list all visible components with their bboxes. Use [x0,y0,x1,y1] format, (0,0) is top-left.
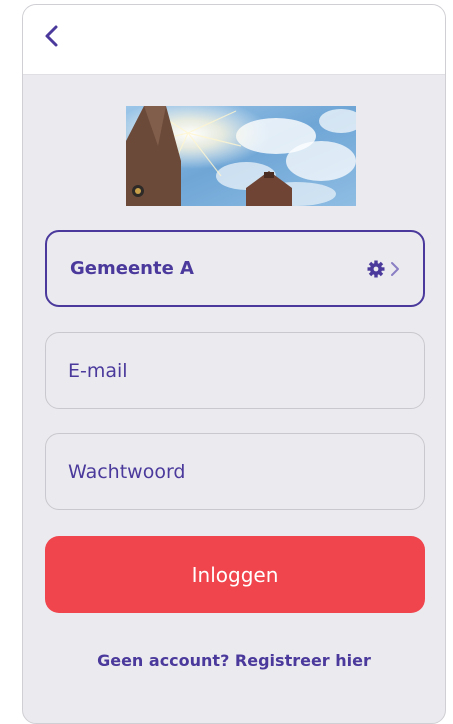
login-button[interactable]: Inloggen [45,536,425,613]
email-field[interactable] [45,332,425,409]
email-input[interactable] [68,333,398,408]
municipality-selector[interactable]: Gemeente A [45,230,425,307]
gear-icon [366,259,386,279]
password-field[interactable] [45,433,425,510]
chevron-right-icon [389,261,401,277]
top-bar [23,5,445,75]
password-input[interactable] [68,434,398,509]
chevron-left-icon[interactable] [37,21,67,51]
municipality-name: Gemeente A [70,258,194,279]
municipality-hero-image [126,106,356,206]
register-link[interactable]: Geen account? Registreer hier [23,651,445,670]
app-screen: Gemeente A E-mail Inloggen Geen account?… [22,4,446,724]
